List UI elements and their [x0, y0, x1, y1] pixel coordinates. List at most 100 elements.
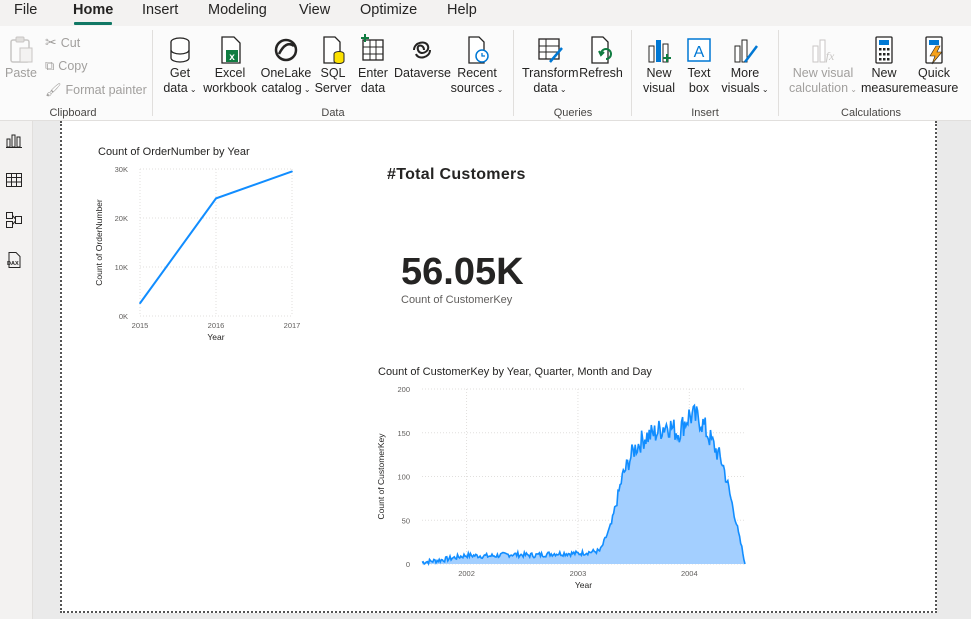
report-view-icon[interactable] — [5, 131, 23, 149]
tab-file[interactable]: File — [14, 2, 37, 18]
text-box-label-2: box — [688, 81, 710, 95]
area-fill — [422, 405, 745, 564]
excel-workbook-button[interactable]: x Excel workbook — [203, 34, 257, 96]
tab-view[interactable]: View — [299, 2, 330, 18]
refresh-button[interactable]: Refresh — [578, 34, 624, 81]
copy-icon: ⧉ — [45, 58, 55, 73]
get-data-label-1: Get — [169, 66, 191, 80]
transform-data-button[interactable]: Transform data ⌄ — [522, 34, 579, 97]
x-tick-label: 2003 — [570, 569, 587, 578]
new-visual-button[interactable]: New visual — [640, 34, 678, 96]
chevron-down-icon: ⌄ — [301, 85, 311, 94]
dataverse-button[interactable]: Dataverse — [394, 34, 451, 81]
x-tick-label: 2015 — [132, 321, 149, 330]
dax-query-view-icon[interactable]: DAX — [5, 251, 23, 269]
dataverse-icon — [413, 41, 431, 59]
card-label: Count of CustomerKey — [401, 294, 513, 306]
visual-calc-label-2: calculation — [788, 81, 849, 95]
recent-sources-button[interactable]: Recent sources ⌄ — [450, 34, 504, 97]
tab-help[interactable]: Help — [447, 2, 477, 18]
cut-button[interactable]: ✂ Cut — [45, 34, 80, 51]
chevron-down-icon: ⌄ — [848, 85, 857, 94]
cut-label: Cut — [60, 35, 81, 50]
refresh-icon — [591, 36, 612, 64]
queries-group-label: Queries — [553, 107, 593, 119]
y-tick-label: 30K — [115, 165, 128, 174]
data-point — [139, 302, 141, 305]
svg-text:fx: fx — [826, 49, 835, 63]
insert-group-label: Insert — [691, 107, 719, 119]
tab-modeling[interactable]: Modeling — [208, 2, 267, 18]
transform-label-2: data — [533, 81, 558, 95]
paintbrush-icon: 🖌 — [45, 82, 62, 97]
table-view-icon[interactable] — [5, 171, 23, 189]
group-separator — [152, 30, 153, 116]
report-page[interactable]: Count of OrderNumber by Year 0K 10K 20K 30K… — [60, 121, 937, 613]
y-tick-label: 20K — [115, 214, 128, 223]
x-axis-title: Year — [207, 332, 224, 341]
sql-server-button[interactable]: SQL Server — [314, 34, 352, 96]
quick-measure-button[interactable]: Quick measure — [909, 34, 959, 96]
format-painter-button[interactable]: 🖌 Format painter — [45, 82, 147, 98]
x-axis-title: Year — [575, 580, 592, 590]
text-box-icon: A — [687, 38, 711, 62]
model-view-icon[interactable] — [5, 211, 23, 229]
menu-bar: File Home Insert Modeling View Optimize … — [0, 0, 971, 26]
view-switcher-rail: DAX — [0, 121, 33, 619]
quick-measure-label-1: Quick — [918, 66, 950, 80]
quick-measure-label-2: measure — [909, 81, 959, 95]
x-tick-label: 2004 — [681, 569, 698, 578]
table-plus-icon — [361, 34, 384, 61]
chevron-down-icon: ⌄ — [557, 85, 567, 94]
sql-label-1: SQL — [320, 66, 346, 80]
x-tick-label: 2017 — [284, 321, 301, 330]
card-title: #Total Customers — [387, 166, 526, 183]
svg-text:A: A — [694, 44, 705, 61]
new-visual-calculation-button[interactable]: fx New visual calculation ⌄ — [786, 34, 860, 97]
calculator-icon — [875, 36, 893, 64]
new-measure-button[interactable]: New measure — [861, 34, 910, 96]
tab-insert[interactable]: Insert — [142, 2, 178, 18]
recent-label-1: Recent — [457, 66, 497, 80]
chevron-down-icon: ⌄ — [187, 85, 197, 94]
scissors-icon: ✂ — [45, 34, 57, 50]
svg-text:x: x — [229, 52, 235, 63]
y-tick-label: 10K — [115, 263, 128, 272]
chevron-down-icon: ⌄ — [494, 85, 504, 94]
enter-data-button[interactable]: Enter data — [354, 34, 392, 96]
data-point — [215, 197, 217, 200]
x-tick-label: 2016 — [208, 321, 225, 330]
paste-label: Paste — [5, 66, 37, 80]
get-data-button[interactable]: Get data ⌄ — [160, 34, 200, 97]
tab-optimize[interactable]: Optimize — [360, 2, 417, 18]
copy-button[interactable]: ⧉ Copy — [45, 58, 87, 74]
svg-text:DAX: DAX — [7, 261, 19, 267]
more-visuals-button[interactable]: More visuals ⌄ — [720, 34, 770, 97]
chevron-down-icon: ⌄ — [759, 85, 769, 94]
paste-button[interactable]: Paste — [4, 34, 38, 81]
y-tick-label: 0K — [119, 312, 128, 321]
new-visual-label-2: visual — [643, 81, 675, 95]
line-chart[interactable]: 0K 10K 20K 30K 2015 2016 2017 Year Count of Orde… — [92, 161, 312, 341]
refresh-label: Refresh — [579, 66, 623, 80]
area-chart-title: Count of CustomerKey by Year, Quarter, M… — [378, 366, 652, 378]
more-visuals-label-1: More — [730, 66, 760, 80]
format-painter-label: Format painter — [65, 83, 147, 97]
y-tick-label: 50 — [402, 516, 410, 525]
onelake-label-2: catalog — [261, 81, 302, 95]
get-data-label-2: data — [163, 81, 188, 95]
x-tick-label: 2002 — [458, 569, 475, 578]
onelake-catalog-button[interactable]: OneLake catalog ⌄ — [259, 34, 313, 97]
paste-icon — [10, 36, 33, 63]
area-chart[interactable]: 0 50 100 150 200 2002 2003 2004 Year Count of Cus… — [370, 379, 750, 591]
transform-label-1: Transform — [522, 66, 579, 80]
group-separator — [778, 30, 779, 116]
tab-home[interactable]: Home — [73, 2, 113, 18]
recent-sources-icon — [468, 36, 489, 64]
group-separator — [513, 30, 514, 116]
text-box-button[interactable]: A Text box — [680, 34, 718, 96]
database-icon — [170, 37, 190, 63]
recent-label-2: sources — [450, 81, 495, 95]
clipboard-group-label: Clipboard — [49, 107, 97, 119]
sql-server-icon — [323, 36, 345, 64]
